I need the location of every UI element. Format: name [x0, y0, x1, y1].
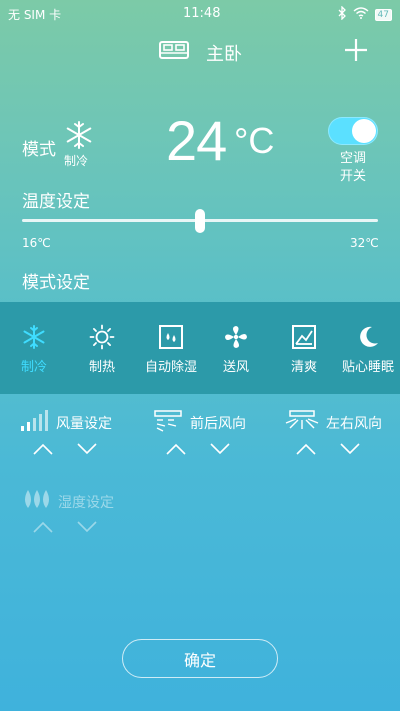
fan-speed-label: 风量设定 [56, 416, 112, 432]
chevron-down-icon[interactable] [340, 440, 360, 455]
horizontal-swing-setting: 左右风向 [284, 410, 382, 436]
slider-min-label: 16℃ [22, 236, 51, 250]
humidity-setting: 湿度设定 [22, 488, 114, 516]
chevron-down-icon[interactable] [77, 518, 97, 533]
clock: 11:48 [183, 6, 221, 21]
confirm-button[interactable]: 确定 [122, 639, 278, 678]
chevron-up-icon[interactable] [166, 440, 186, 455]
temperature-unit: °C [234, 120, 275, 161]
sun-icon [89, 324, 115, 350]
chevron-up-icon[interactable] [33, 440, 53, 455]
fan-icon [223, 324, 249, 350]
fresh-icon [291, 324, 317, 350]
power-label-line1: 空调 [339, 151, 366, 166]
vertical-swing-label: 前后风向 [190, 416, 246, 432]
fan-speed-setting: 风量设定 [20, 410, 112, 436]
slider-max-label: 32℃ [350, 236, 379, 250]
mode-tab-label: 制热 [88, 360, 115, 375]
snowflake-icon [64, 120, 94, 150]
carrier-label: 无 SIM 卡 [8, 8, 62, 22]
status-icons: 47 [337, 5, 392, 23]
mode-tab-sleep[interactable]: 贴心睡眠 [340, 302, 396, 394]
chevron-down-icon[interactable] [210, 440, 230, 455]
signal-bars-icon [20, 410, 50, 436]
temperature-slider-thumb[interactable] [195, 209, 205, 233]
chevron-up-icon[interactable] [33, 518, 53, 533]
power-toggle[interactable] [328, 117, 378, 145]
add-button[interactable] [342, 36, 370, 64]
mode-tab-label: 自动除湿 [144, 360, 197, 375]
chevron-down-icon[interactable] [77, 440, 97, 455]
snowflake-icon [21, 324, 47, 350]
mode-tab-heat[interactable]: 制热 [82, 302, 122, 394]
droplets-icon [22, 488, 52, 516]
moon-icon [355, 324, 381, 350]
mode-tab-label: 清爽 [290, 360, 317, 375]
vertical-swing-setting: 前后风向 [154, 410, 246, 436]
toggle-knob [352, 119, 376, 143]
mode-label: 模式 [22, 140, 56, 160]
page-title: 主卧 [206, 44, 242, 65]
temperature-setting-label: 温度设定 [22, 192, 90, 212]
mode-tab-fan[interactable]: 送风 [216, 302, 256, 394]
bed-icon [158, 38, 190, 62]
horizontal-swing-label: 左右风向 [326, 416, 382, 432]
temperature-value: 24 [166, 109, 227, 172]
mode-setting-label: 模式设定 [22, 273, 90, 293]
mode-tabs: 制冷 制热 自动除湿 送风 清爽 贴心睡眠 [0, 302, 400, 394]
vertical-swing-icon [154, 410, 184, 436]
power-label: 空调 开关 [336, 150, 370, 186]
mode-value: 制冷 [64, 154, 89, 168]
chevron-up-icon[interactable] [296, 440, 316, 455]
confirm-label: 确定 [183, 650, 216, 670]
bluetooth-icon [337, 5, 347, 23]
battery-icon: 47 [374, 8, 392, 21]
mode-tab-label: 送风 [222, 360, 249, 375]
mode-tab-cool[interactable]: 制冷 [14, 302, 54, 394]
battery-level: 47 [374, 8, 392, 21]
humidity-label: 湿度设定 [58, 495, 114, 511]
mode-tab-label: 制冷 [20, 360, 47, 375]
status-bar: 无 SIM 卡 11:48 47 [0, 0, 400, 28]
mode-tab-label: 贴心睡眠 [341, 360, 394, 375]
mode-tab-dehumidify[interactable]: 自动除湿 [140, 302, 202, 394]
power-label-line2: 开关 [339, 169, 366, 184]
horizontal-swing-icon [284, 410, 320, 436]
mode-tab-fresh[interactable]: 清爽 [284, 302, 324, 394]
wifi-icon [353, 7, 369, 22]
droplets-icon [158, 324, 184, 350]
